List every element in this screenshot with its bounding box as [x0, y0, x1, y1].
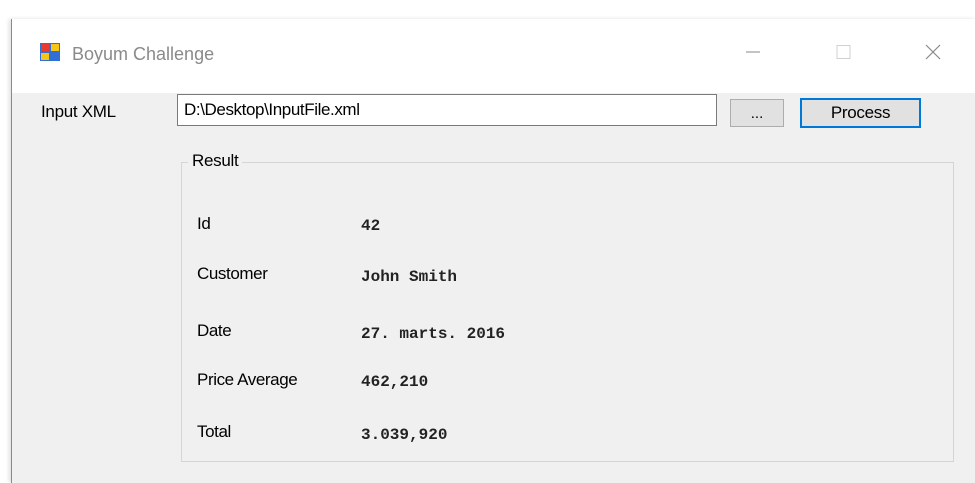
close-icon: [923, 42, 943, 67]
id-value: 42: [361, 217, 381, 235]
close-button[interactable]: [910, 39, 956, 69]
id-label: Id: [197, 214, 211, 233]
date-value: 27. marts. 2016: [361, 325, 506, 343]
customer-label: Customer: [197, 264, 268, 283]
maximize-icon: [833, 42, 853, 67]
minimize-icon: [743, 42, 763, 67]
window-title: Boyum Challenge: [72, 44, 215, 64]
input-xml-label: Input XML: [41, 102, 116, 121]
date-label: Date: [197, 321, 232, 340]
total-value: 3.039,920: [361, 426, 448, 444]
price-average-value: 462,210: [361, 373, 429, 391]
maximize-button[interactable]: [820, 39, 866, 69]
result-groupbox: [181, 162, 954, 462]
browse-button[interactable]: ...: [730, 99, 784, 127]
total-label: Total: [197, 422, 231, 441]
price-average-label: Price Average: [197, 370, 298, 389]
customer-value: John Smith: [361, 268, 458, 286]
title-bar[interactable]: Boyum Challenge: [12, 19, 975, 93]
input-xml-field[interactable]: [177, 94, 717, 126]
minimize-button[interactable]: [730, 39, 776, 69]
app-icon: [40, 43, 60, 61]
result-group-legend: Result: [188, 150, 243, 172]
process-button[interactable]: Process: [800, 98, 921, 128]
